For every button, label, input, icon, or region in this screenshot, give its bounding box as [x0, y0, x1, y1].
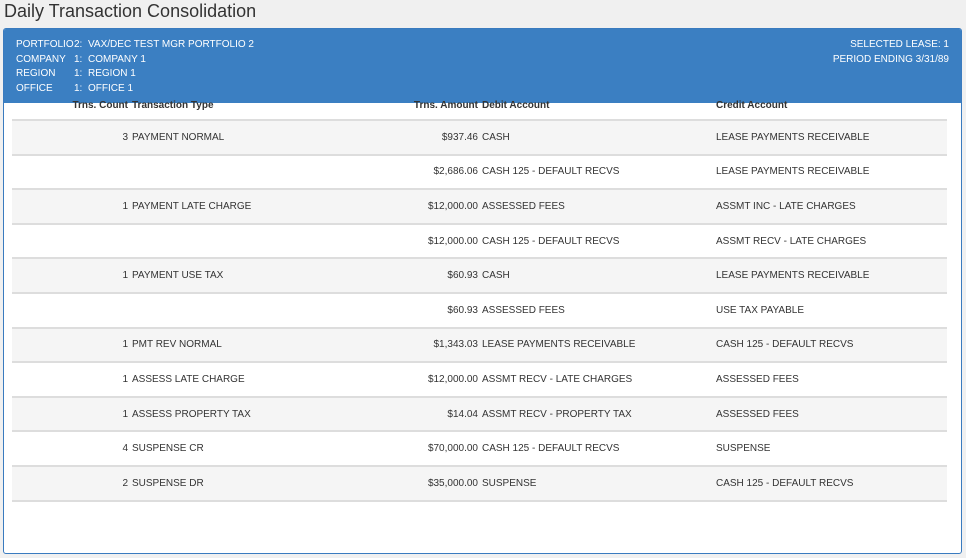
cell-type: SUSPENSE DR: [130, 465, 386, 502]
cell-credit: LEASE PAYMENTS RECEIVABLE: [714, 154, 947, 191]
cell-credit: SUSPENSE: [714, 431, 947, 467]
cell-amount: $12,000.00: [386, 362, 480, 398]
cell-credit: USE TAX PAYABLE: [714, 292, 947, 329]
cell-credit: LEASE PAYMENTS RECEIVABLE: [714, 120, 947, 156]
table-row[interactable]: 2 SUSPENSE DR $35,000.00 SUSPENSE CASH 1…: [12, 465, 947, 502]
cell-amount: $1,343.03: [386, 327, 480, 364]
table-row[interactable]: 1 PMT REV NORMAL $1,343.03 LEASE PAYMENT…: [12, 327, 947, 364]
cell-credit: CASH 125 - DEFAULT RECVS: [714, 327, 947, 364]
header-value: VAX/DEC TEST MGR PORTFOLIO 2: [88, 39, 254, 50]
cell-type: PAYMENT USE TAX: [130, 258, 386, 294]
cell-amount: $60.93: [386, 258, 480, 294]
cell-credit: ASSESSED FEES: [714, 362, 947, 398]
header-details: PORTFOLIO2: VAX/DEC TEST MGR PORTFOLIO 2 …: [16, 38, 254, 96]
cell-count: 1: [12, 396, 130, 433]
cell-count: 2: [12, 465, 130, 502]
cell-amount: $14.04: [386, 396, 480, 433]
cell-debit: SUSPENSE: [480, 465, 714, 502]
selected-lease: SELECTED LEASE: 1: [850, 39, 949, 50]
transaction-table: Trns. Count Transaction Type Trns. Amoun…: [12, 92, 947, 502]
table-row[interactable]: $12,000.00 CASH 125 - DEFAULT RECVS ASSM…: [12, 223, 947, 260]
header-row-company: COMPANY 1: COMPANY 1: [16, 53, 254, 68]
cell-credit: ASSMT RECV - LATE CHARGES: [714, 223, 947, 260]
table-header-row: Trns. Count Transaction Type Trns. Amoun…: [12, 92, 947, 121]
cell-type: PAYMENT LATE CHARGE: [130, 189, 386, 225]
header-label: REGION: [16, 68, 56, 79]
table-row[interactable]: 4 SUSPENSE CR $70,000.00 CASH 125 - DEFA…: [12, 431, 947, 467]
table-row[interactable]: $60.93 ASSESSED FEES USE TAX PAYABLE: [12, 292, 947, 329]
cell-debit: ASSESSED FEES: [480, 189, 714, 225]
cell-debit: CASH 125 - DEFAULT RECVS: [480, 431, 714, 467]
header-row-region: REGION 1: REGION 1: [16, 67, 254, 82]
header-label: PORTFOLIO: [16, 39, 74, 50]
col-header-type[interactable]: Transaction Type: [130, 92, 386, 121]
cell-amount: $12,000.00: [386, 223, 480, 260]
cell-count: 1: [12, 362, 130, 398]
cell-count: [12, 154, 130, 191]
cell-count: 1: [12, 258, 130, 294]
header-value: COMPANY 1: [88, 53, 146, 65]
cell-count: 1: [12, 189, 130, 225]
header-lease-info: SELECTED LEASE: 1 PERIOD ENDING 3/31/89: [833, 38, 949, 67]
cell-count: 3: [12, 120, 130, 156]
cell-type: ASSESS PROPERTY TAX: [130, 396, 386, 433]
cell-count: [12, 292, 130, 329]
cell-credit: ASSESSED FEES: [714, 396, 947, 433]
cell-type: [130, 154, 386, 191]
period-ending: PERIOD ENDING 3/31/89: [832, 53, 949, 65]
cell-type: ASSESS LATE CHARGE: [130, 362, 386, 398]
table-row[interactable]: $2,686.06 CASH 125 - DEFAULT RECVS LEASE…: [12, 154, 947, 191]
cell-debit: CASH 125 - DEFAULT RECVS: [480, 223, 714, 260]
cell-amount: $2,686.06: [386, 154, 480, 191]
cell-credit: LEASE PAYMENTS RECEIVABLE: [714, 258, 947, 294]
page-title: Daily Transaction Consolidation: [4, 1, 257, 21]
transaction-table-area: Trns. Count Transaction Type Trns. Amoun…: [12, 92, 947, 502]
cell-debit: LEASE PAYMENTS RECEIVABLE: [480, 327, 714, 364]
col-header-credit[interactable]: Credit Account: [714, 92, 947, 121]
cell-type: SUSPENSE CR: [130, 431, 386, 467]
cell-debit: ASSMT RECV - LATE CHARGES: [480, 362, 714, 398]
table-row[interactable]: 3 PAYMENT NORMAL $937.46 CASH LEASE PAYM…: [12, 120, 947, 156]
cell-debit: CASH: [480, 120, 714, 156]
cell-count: 4: [12, 431, 130, 467]
table-row[interactable]: 1 ASSESS LATE CHARGE $12,000.00 ASSMT RE…: [12, 362, 947, 398]
col-header-amount[interactable]: Trns. Amount: [386, 92, 480, 121]
header-value: REGION 1: [88, 68, 136, 79]
cell-amount: $35,000.00: [386, 465, 480, 502]
header-code: 2:: [74, 39, 83, 50]
table-row[interactable]: 1 ASSESS PROPERTY TAX $14.04 ASSMT RECV …: [12, 396, 947, 433]
header-code: 1:: [74, 53, 83, 65]
cell-debit: ASSMT RECV - PROPERTY TAX: [480, 396, 714, 433]
cell-type: [130, 223, 386, 260]
cell-count: [12, 223, 130, 260]
header-code: 1:: [74, 68, 83, 79]
cell-count: 1: [12, 327, 130, 364]
cell-type: PAYMENT NORMAL: [130, 120, 386, 156]
cell-type: PMT REV NORMAL: [130, 327, 386, 364]
col-header-count[interactable]: Trns. Count: [12, 92, 130, 121]
cell-debit: CASH 125 - DEFAULT RECVS: [480, 154, 714, 191]
cell-amount: $937.46: [386, 120, 480, 156]
table-row[interactable]: 1 PAYMENT LATE CHARGE $12,000.00 ASSESSE…: [12, 189, 947, 225]
table-row[interactable]: 1 PAYMENT USE TAX $60.93 CASH LEASE PAYM…: [12, 258, 947, 294]
cell-amount: $70,000.00: [386, 431, 480, 467]
col-header-debit[interactable]: Debit Account: [480, 92, 714, 121]
cell-amount: $12,000.00: [386, 189, 480, 225]
cell-credit: CASH 125 - DEFAULT RECVS: [714, 465, 947, 502]
cell-debit: ASSESSED FEES: [480, 292, 714, 329]
header-row-portfolio: PORTFOLIO2: VAX/DEC TEST MGR PORTFOLIO 2: [16, 38, 254, 53]
cell-debit: CASH: [480, 258, 714, 294]
cell-type: [130, 292, 386, 329]
header-label: COMPANY: [16, 53, 66, 65]
cell-credit: ASSMT INC - LATE CHARGES: [714, 189, 947, 225]
cell-amount: $60.93: [386, 292, 480, 329]
